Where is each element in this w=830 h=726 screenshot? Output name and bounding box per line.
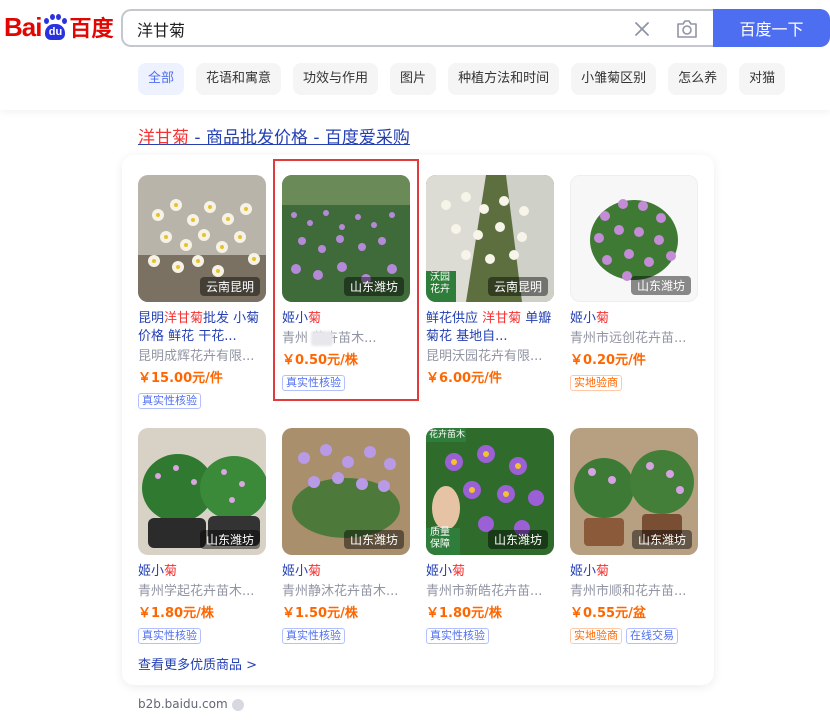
- product-name[interactable]: 姬小菊: [138, 563, 268, 581]
- tab-cats[interactable]: 对猫: [739, 63, 786, 95]
- product-name-prefix: 姬小: [570, 311, 597, 326]
- product-name-prefix: 姬小: [570, 564, 597, 579]
- location-tag: 山东潍坊: [631, 530, 692, 549]
- tab-images[interactable]: 图片: [390, 63, 437, 95]
- badge-group: 实地验商: [570, 375, 622, 391]
- product-name-highlight: 菊: [452, 564, 466, 579]
- result-title-highlight: 洋甘菊: [138, 128, 189, 148]
- online-trade-badge: 在线交易: [626, 628, 678, 644]
- logo-text-du: du: [45, 24, 66, 40]
- product-price: ￥15.00元/件: [138, 371, 223, 386]
- product-name-highlight: 洋甘菊: [482, 311, 522, 326]
- location-tag: 山东潍坊: [343, 530, 404, 549]
- product-name-prefix: 鲜花供应: [426, 311, 483, 326]
- product-name-highlight: 菊: [164, 564, 178, 579]
- quality-overlay: 质量保障: [430, 527, 450, 550]
- product-name-prefix: 姬小: [282, 564, 309, 579]
- product-price: ￥1.50元/株: [282, 606, 358, 621]
- badge-group: 真实性核验: [138, 393, 201, 409]
- product-name[interactable]: 姬小菊: [426, 563, 556, 581]
- product-name-prefix: 姬小: [138, 564, 165, 579]
- location-tag: 云南昆明: [199, 277, 260, 296]
- location-tag: 山东潍坊: [487, 530, 548, 549]
- product-image[interactable]: 云南昆明: [138, 175, 266, 302]
- result-title-rest: - 商品批发价格 - 百度爱采购: [189, 128, 410, 148]
- paw-icon: du: [42, 14, 68, 40]
- product-image[interactable]: 沃园花卉 云南昆明: [426, 175, 554, 302]
- location-tag: 山东潍坊: [630, 276, 691, 295]
- tab-planting[interactable]: 种植方法和时间: [448, 63, 560, 95]
- search-input[interactable]: [137, 18, 597, 40]
- search-tabs: 全部 花语和寓意 功效与作用 图片 种植方法和时间 小雏菊区别 怎么养 对猫: [138, 63, 786, 95]
- onsite-verify-badge: 实地验商: [570, 375, 622, 391]
- header: Bai du 百度 百度一下 全部 花语和寓意 功效与作用 图片 种植方法和时间…: [0, 0, 830, 110]
- product-image[interactable]: 山东潍坊: [282, 428, 410, 555]
- close-icon[interactable]: [631, 18, 653, 40]
- search-box: [121, 9, 713, 47]
- product-image[interactable]: 花卉苗木 质量保障 山东潍坊: [426, 428, 554, 555]
- verify-badge: 真实性核验: [138, 393, 201, 409]
- highlight-box: [273, 159, 419, 401]
- shop-name: 青州静沐花卉苗木...: [282, 584, 399, 599]
- product-price: ￥0.55元/盆: [570, 606, 646, 621]
- tab-daisy-difference[interactable]: 小雏菊区别: [571, 63, 657, 95]
- brand-overlay: 沃园花卉: [430, 272, 450, 295]
- tab-flower-language[interactable]: 花语和寓意: [196, 63, 282, 95]
- badge-group: 实地验商 在线交易: [570, 628, 678, 644]
- shop-name: 青州市新皓花卉苗...: [426, 584, 543, 599]
- product-price: ￥1.80元/株: [426, 606, 502, 621]
- verify-badge: 真实性核验: [138, 628, 201, 644]
- product-name-prefix: 姬小: [426, 564, 453, 579]
- tab-all[interactable]: 全部: [138, 63, 185, 95]
- shop-name: 昆明沃园花卉有限...: [426, 349, 543, 364]
- product-price: ￥0.20元/件: [570, 353, 646, 368]
- product-name-highlight: 菊: [596, 564, 610, 579]
- product-name-highlight: 菊: [308, 564, 322, 579]
- product-name-prefix: 昆明: [138, 311, 165, 326]
- product-name-highlight: 菊: [596, 311, 610, 326]
- onsite-verify-badge: 实地验商: [570, 628, 622, 644]
- logo-text-cn: 百度: [69, 16, 114, 41]
- product-image[interactable]: 山东潍坊: [570, 175, 698, 302]
- shop-name: 昆明成辉花卉有限...: [138, 349, 255, 364]
- location-tag: 山东潍坊: [199, 530, 260, 549]
- badge-group: 真实性核验: [426, 628, 489, 644]
- tab-how-to-raise[interactable]: 怎么养: [668, 63, 728, 95]
- product-name[interactable]: 昆明洋甘菊批发 小菊价格 鲜花 干花...: [138, 310, 268, 346]
- info-dot-icon[interactable]: [232, 699, 244, 711]
- verify-badge: 真实性核验: [282, 628, 345, 644]
- logo-text-bai: Bai: [4, 11, 42, 42]
- shop-name: 青州市顺和花卉苗...: [570, 584, 687, 599]
- product-name[interactable]: 姬小菊: [570, 310, 700, 328]
- search-button[interactable]: 百度一下: [713, 9, 830, 47]
- badge-group: 真实性核验: [282, 628, 345, 644]
- product-image[interactable]: 山东潍坊: [570, 428, 698, 555]
- more-products-link[interactable]: 查看更多优质商品 >: [138, 654, 257, 673]
- camera-icon[interactable]: [674, 17, 700, 41]
- tab-effects[interactable]: 功效与作用: [293, 63, 379, 95]
- product-image[interactable]: 山东潍坊: [138, 428, 266, 555]
- brand-overlay-top: 花卉苗木: [429, 430, 466, 440]
- source-url[interactable]: b2b.baidu.com: [138, 697, 228, 711]
- shop-name: 青州学起花卉苗木...: [138, 584, 255, 599]
- product-name[interactable]: 姬小菊: [282, 563, 412, 581]
- product-name[interactable]: 鲜花供应 洋甘菊 单瓣菊花 基地自...: [426, 310, 556, 346]
- product-name[interactable]: 姬小菊: [570, 563, 700, 581]
- location-tag: 云南昆明: [487, 277, 548, 296]
- shop-name: 青州市远创花卉苗...: [570, 331, 687, 346]
- product-price: ￥1.80元/株: [138, 606, 214, 621]
- verify-badge: 真实性核验: [426, 628, 489, 644]
- result-title-link[interactable]: 洋甘菊 - 商品批发价格 - 百度爱采购: [138, 123, 410, 148]
- product-price: ￥6.00元/件: [426, 371, 502, 386]
- baidu-logo[interactable]: Bai du 百度: [4, 10, 113, 44]
- product-name-highlight: 洋甘菊: [164, 311, 204, 326]
- badge-group: 真实性核验: [138, 628, 201, 644]
